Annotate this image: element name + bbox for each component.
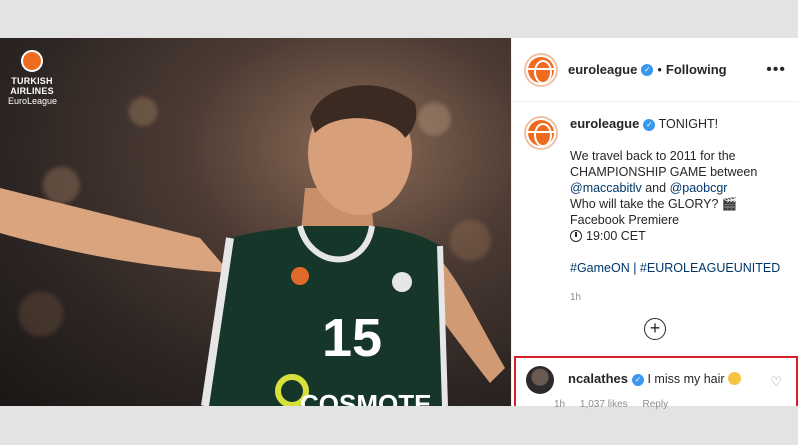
caption-hashtags[interactable]: #GameON | #EUROLEAGUEUNITED — [570, 260, 780, 276]
verified-badge-icon: ✓ — [631, 373, 644, 386]
caption-avatar[interactable] — [524, 116, 558, 150]
post-caption: euroleague ✓ TONIGHT! We travel back to 2… — [512, 102, 798, 306]
caption-and: and — [645, 181, 667, 195]
plus-circle-icon[interactable]: + — [644, 318, 666, 340]
caption-username[interactable]: euroleague — [570, 116, 639, 131]
heart-icon[interactable]: ♡ — [770, 374, 782, 390]
caption-lead: TONIGHT! — [658, 117, 719, 131]
mention-paobcgr[interactable]: @paobcgr — [670, 181, 728, 195]
caption-body: euroleague ✓ TONIGHT! We travel back to 2… — [570, 116, 780, 306]
caption-line-5: Facebook Premiere — [570, 213, 680, 227]
highlighted-comment: ncalathes ✓ I miss my hair 1h 1,037 likes… — [514, 356, 798, 410]
comment-likes[interactable]: 1,037 likes — [580, 399, 628, 410]
jersey-number: 15 — [322, 308, 382, 368]
caption-time-line: 19:00 CET — [570, 228, 780, 244]
comment-username[interactable]: ncalathes — [568, 371, 628, 386]
sad-face-emoji-icon — [728, 372, 742, 385]
post-side-panel: euroleague ✓ • Following ••• euroleague ✓… — [511, 38, 798, 410]
jersey-sponsor: COSMOTE — [300, 389, 431, 406]
basketball-icon — [528, 120, 554, 146]
clock-icon — [570, 230, 582, 242]
comment-meta: 1h 1,037 likes Reply — [554, 399, 741, 410]
caption-line-3: @maccabitlv and @paobcgr — [570, 180, 780, 196]
comment-age: 1h — [554, 399, 566, 410]
logo-line-2: AIRLINES — [10, 86, 54, 96]
verified-badge-icon: ✓ — [643, 118, 656, 131]
caption-line-4: Who will take the GLORY? 🎬 — [570, 197, 738, 211]
post-username[interactable]: euroleague — [568, 62, 637, 77]
logo-line-3: EuroLeague — [8, 96, 58, 106]
turkish-airlines-euroleague-logo: TURKISH AIRLINES EuroLeague — [8, 50, 58, 106]
verified-badge-icon: ✓ — [641, 63, 654, 76]
caption-age: 1h — [570, 292, 582, 303]
basketball-icon — [21, 50, 43, 72]
mention-maccabitlv[interactable]: @maccabitlv — [570, 181, 642, 195]
comment-content: ncalathes ✓ I miss my hair 1h 1,037 likes… — [554, 366, 742, 410]
commenter-avatar[interactable] — [526, 366, 554, 394]
logo-line-1: TURKISH — [11, 76, 53, 86]
comment-reply-button[interactable]: Reply — [643, 399, 669, 410]
comment-text: I miss my hair — [647, 372, 725, 386]
profile-avatar[interactable] — [524, 52, 558, 87]
comment-text-line: ncalathes ✓ I miss my hair — [568, 371, 742, 386]
more-options-icon[interactable]: ••• — [766, 61, 786, 79]
caption-line-1: We travel back to 2011 for the — [570, 149, 736, 163]
separator-dot: • — [657, 62, 662, 77]
post-photo[interactable]: 15 COSMOTE TURKISH AIRLINES EuroLeague — [0, 38, 511, 406]
post-header: euroleague ✓ • Following ••• — [512, 38, 798, 102]
basketball-icon — [528, 56, 554, 83]
caption-first-line: euroleague ✓ TONIGHT! — [570, 116, 780, 132]
player-illustration: 15 COSMOTE — [0, 85, 505, 406]
premiere-time: 19:00 CET — [586, 229, 646, 243]
following-button[interactable]: Following — [666, 62, 727, 77]
caption-line-2: CHAMPIONSHIP GAME between — [570, 165, 758, 179]
post-frame: 15 COSMOTE TURKISH AIRLINES EuroLeague e… — [0, 38, 798, 410]
